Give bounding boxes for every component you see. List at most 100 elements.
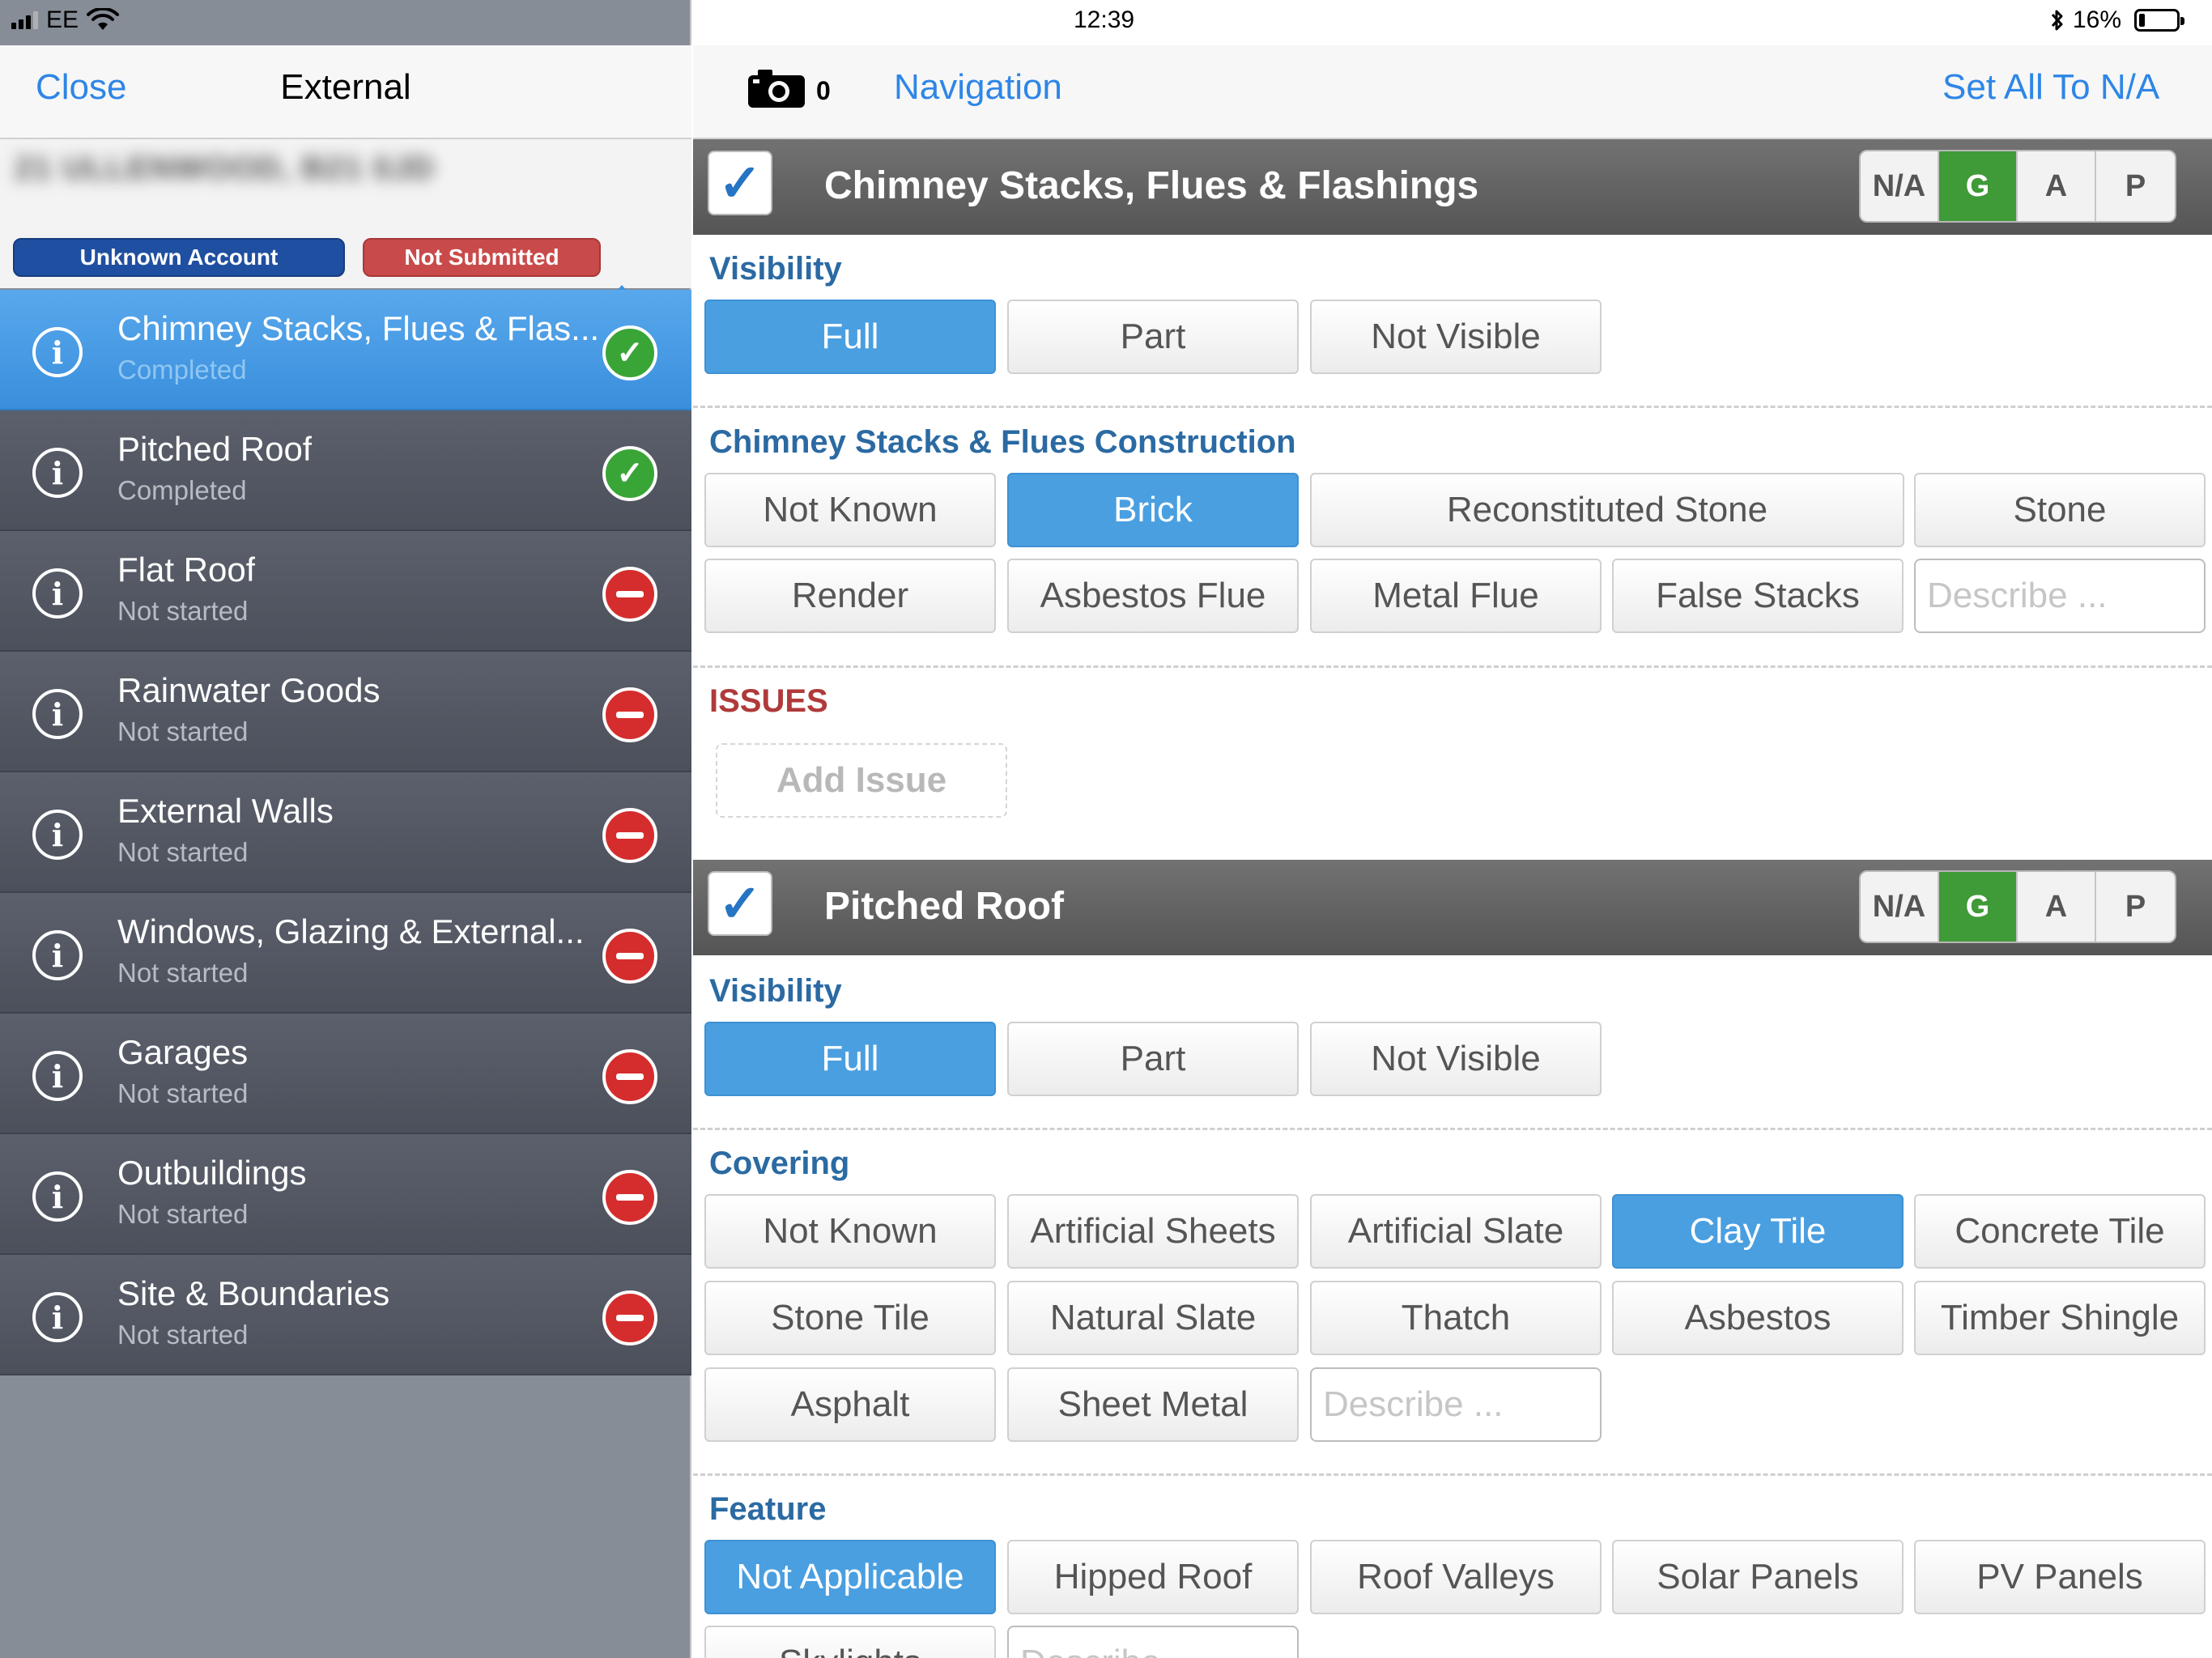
rating-g-button[interactable]: G: [1939, 151, 2018, 221]
roof-visibility-full[interactable]: Full: [704, 1022, 996, 1096]
divider: [693, 1128, 2212, 1130]
covering-timber-shingle[interactable]: Timber Shingle: [1914, 1281, 2206, 1355]
section-item-outbuildings[interactable]: i Outbuildings Not started: [0, 1134, 691, 1255]
photo-count: 0: [816, 76, 831, 105]
info-icon[interactable]: i: [32, 1051, 83, 1101]
covering-asbestos[interactable]: Asbestos: [1612, 1281, 1904, 1355]
section-item-title: Chimney Stacks, Flues & Flas...: [117, 309, 600, 347]
rating-g-button[interactable]: G: [1939, 872, 2018, 942]
covering-thatch[interactable]: Thatch: [1310, 1281, 1602, 1355]
covering-not-known[interactable]: Not Known: [704, 1194, 996, 1269]
section-item-title: Rainwater Goods: [117, 671, 381, 709]
section-item-pitched-roof[interactable]: i Pitched Roof Completed ✓: [0, 410, 691, 531]
rating-p-button[interactable]: P: [2096, 151, 2175, 221]
construction-brick[interactable]: Brick: [1007, 473, 1299, 547]
section-item-flat-roof[interactable]: i Flat Roof Not started: [0, 531, 691, 652]
rating-a-button[interactable]: A: [2018, 151, 2096, 221]
status-left: EE: [11, 6, 120, 34]
pitched-roof-complete-checkbox[interactable]: ✓: [708, 871, 772, 936]
covering-natural-slate[interactable]: Natural Slate: [1007, 1281, 1299, 1355]
section-item-site-boundaries[interactable]: i Site & Boundaries Not started: [0, 1255, 691, 1375]
chimney-complete-checkbox[interactable]: ✓: [708, 151, 772, 215]
issues-label: ISSUES: [709, 683, 828, 719]
set-all-na-button[interactable]: Set All To N/A: [1942, 67, 2159, 108]
section-item-garages[interactable]: i Garages Not started: [0, 1014, 691, 1134]
roof-visibility-part[interactable]: Part: [1007, 1022, 1299, 1096]
chimney-visibility-part[interactable]: Part: [1007, 300, 1299, 374]
feature-hipped-roof[interactable]: Hipped Roof: [1007, 1540, 1299, 1614]
covering-clay-tile[interactable]: Clay Tile: [1612, 1194, 1904, 1269]
feature-skylights[interactable]: Skylights: [704, 1626, 996, 1658]
covering-stone-tile[interactable]: Stone Tile: [704, 1281, 996, 1355]
section-item-windows[interactable]: i Windows, Glazing & External... Not sta…: [0, 893, 691, 1014]
navigation-button[interactable]: Navigation: [894, 67, 1062, 108]
feature-roof-valleys[interactable]: Roof Valleys: [1310, 1540, 1602, 1614]
chimney-visibility-full[interactable]: Full: [704, 300, 996, 374]
section-item-status: Not started: [117, 1199, 249, 1229]
chimney-section-title: Chimney Stacks, Flues & Flashings: [824, 164, 1479, 207]
info-icon[interactable]: i: [32, 448, 83, 498]
construction-not-known[interactable]: Not Known: [704, 473, 996, 547]
section-item-status: Not started: [117, 596, 249, 626]
info-icon[interactable]: i: [32, 810, 83, 860]
section-item-title: Site & Boundaries: [117, 1274, 390, 1312]
info-icon[interactable]: i: [32, 327, 83, 377]
section-item-chimney[interactable]: i Chimney Stacks, Flues & Flas... Comple…: [0, 290, 691, 410]
not-started-minus-icon: [602, 1049, 657, 1104]
not-started-minus-icon: [602, 1170, 657, 1225]
status-bar: EE 12:39 16%: [0, 0, 2212, 45]
divider: [693, 665, 2212, 668]
section-item-status: Not started: [117, 958, 249, 988]
section-item-title: Windows, Glazing & External...: [117, 912, 585, 950]
rating-a-button[interactable]: A: [2018, 872, 2096, 942]
pitched-roof-section-title: Pitched Roof: [824, 885, 1064, 928]
covering-concrete-tile[interactable]: Concrete Tile: [1914, 1194, 2206, 1269]
section-item-rainwater-goods[interactable]: i Rainwater Goods Not started: [0, 652, 691, 772]
feature-not-applicable[interactable]: Not Applicable: [704, 1540, 996, 1614]
construction-describe-input[interactable]: Describe ...: [1914, 559, 2206, 633]
info-icon[interactable]: i: [32, 689, 83, 739]
info-icon[interactable]: i: [32, 930, 83, 980]
chimney-section-header: ✓ Chimney Stacks, Flues & Flashings N/A …: [693, 139, 2212, 235]
info-icon[interactable]: i: [32, 1171, 83, 1222]
roof-visibility-label: Visibility: [709, 973, 842, 1009]
section-item-title: Garages: [117, 1033, 249, 1071]
covering-describe-input[interactable]: Describe ...: [1310, 1367, 1602, 1442]
not-started-minus-icon: [602, 1290, 657, 1346]
roof-visibility-not-visible[interactable]: Not Visible: [1310, 1022, 1602, 1096]
construction-stone[interactable]: Stone: [1914, 473, 2206, 547]
divider: [693, 406, 2212, 408]
carrier-name: EE: [46, 6, 79, 33]
construction-metal-flue[interactable]: Metal Flue: [1310, 559, 1602, 633]
camera-icon[interactable]: [747, 67, 806, 109]
info-icon[interactable]: i: [32, 1292, 83, 1342]
covering-asphalt[interactable]: Asphalt: [704, 1367, 996, 1442]
chimney-visibility-not-visible[interactable]: Not Visible: [1310, 300, 1602, 374]
feature-pv-panels[interactable]: PV Panels: [1914, 1540, 2206, 1614]
construction-asbestos-flue[interactable]: Asbestos Flue: [1007, 559, 1299, 633]
covering-sheet-metal[interactable]: Sheet Metal: [1007, 1367, 1299, 1442]
signal-icon: [11, 11, 38, 29]
feature-solar-panels[interactable]: Solar Panels: [1612, 1540, 1904, 1614]
construction-label: Chimney Stacks & Flues Construction: [709, 424, 1296, 460]
completed-check-icon: ✓: [602, 446, 657, 501]
section-item-status: Not started: [117, 1320, 249, 1350]
add-issue-button[interactable]: Add Issue: [716, 743, 1007, 818]
section-item-external-walls[interactable]: i External Walls Not started: [0, 772, 691, 893]
section-item-status: Completed: [117, 475, 247, 505]
section-item-title: Flat Roof: [117, 551, 256, 589]
construction-false-stacks[interactable]: False Stacks: [1612, 559, 1904, 633]
feature-describe-input[interactable]: Describe ...: [1007, 1626, 1299, 1658]
section-item-status: Not started: [117, 1078, 249, 1108]
covering-artificial-sheets[interactable]: Artificial Sheets: [1007, 1194, 1299, 1269]
rating-na-button[interactable]: N/A: [1861, 151, 1939, 221]
status-right: 16%: [2050, 6, 2185, 34]
construction-render[interactable]: Render: [704, 559, 996, 633]
rating-na-button[interactable]: N/A: [1861, 872, 1939, 942]
submission-status-badge: Not Submitted: [363, 238, 601, 277]
info-icon[interactable]: i: [32, 568, 83, 619]
construction-reconstituted-stone[interactable]: Reconstituted Stone: [1310, 473, 1904, 547]
covering-artificial-slate[interactable]: Artificial Slate: [1310, 1194, 1602, 1269]
rating-p-button[interactable]: P: [2096, 872, 2175, 942]
divider: [693, 1473, 2212, 1476]
